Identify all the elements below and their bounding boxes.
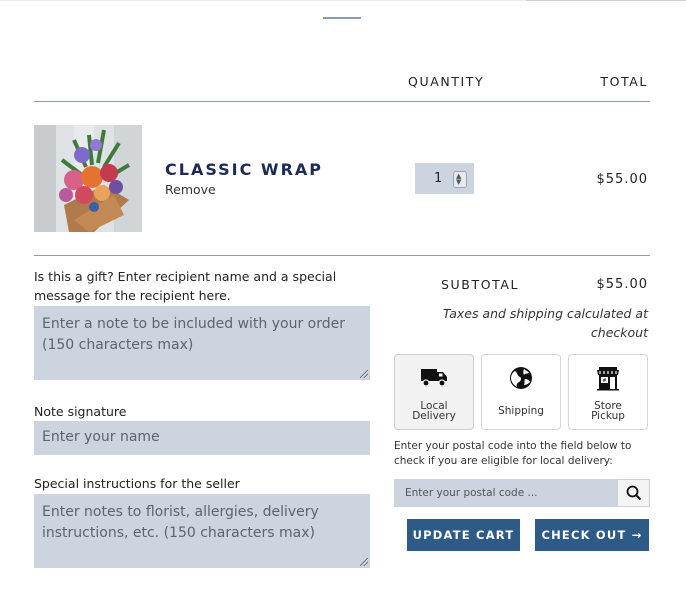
signature-placeholder: Enter your name [42,429,160,445]
postal-search-button[interactable] [617,479,650,507]
resize-handle-icon[interactable] [360,558,368,566]
item-divider [34,255,650,256]
gift-message-label: Is this a gift? Enter recipient name and… [34,269,337,303]
svg-text:#: # [602,378,606,384]
checkout-button[interactable]: CHECK OUT → [535,519,649,551]
option-label: Shipping [498,405,544,417]
instructions-label: Special instructions for the seller [34,476,240,491]
signature-label: Note signature [34,404,127,419]
quantity-stepper[interactable]: 1 ▲ ▼ [415,163,474,194]
search-icon [626,485,641,501]
quantity-column-header: QUANTITY [408,74,485,89]
subtotal-value: $55.00 [596,277,648,292]
option-shipping[interactable]: Shipping [481,354,561,430]
instructions-textarea[interactable]: Enter notes to florist, allergies, deliv… [34,494,370,568]
option-label: Delivery [412,410,456,422]
product-title[interactable]: CLASSIC WRAP [165,160,323,179]
globe-icon [482,365,560,391]
store-icon: # [569,365,647,391]
resize-handle-icon[interactable] [360,370,368,378]
gift-message-placeholder: Enter a note to be included with your or… [42,316,345,353]
option-local-delivery[interactable]: Local Delivery [394,354,474,430]
truck-icon [395,365,473,391]
postal-note: Enter your postal code into the field be… [394,440,632,467]
product-image[interactable] [34,125,142,232]
subtotal-label: SUBTOTAL [441,277,520,292]
tax-note: Taxes and shipping calculated at checkou… [442,306,648,340]
quantity-spinner[interactable]: ▲ ▼ [453,171,467,188]
option-label: Pickup [591,410,625,422]
option-store-pickup[interactable]: # Store Pickup [568,354,648,430]
header-divider [34,101,650,102]
instructions-placeholder: Enter notes to florist, allergies, deliv… [42,504,319,541]
top-border-accent [526,0,686,1]
total-column-header: TOTAL [600,74,648,89]
remove-link[interactable]: Remove [165,182,216,197]
quantity-value[interactable]: 1 [434,171,442,186]
gift-message-textarea[interactable]: Enter a note to be included with your or… [34,306,370,380]
chevron-down-icon[interactable]: ▼ [456,179,461,186]
update-cart-button[interactable]: UPDATE CART [407,519,520,551]
line-total: $55.00 [596,172,648,187]
postal-code-input[interactable]: Enter your postal code ... [394,479,617,507]
signature-field[interactable]: Enter your name [34,421,370,455]
header-indicator [323,17,361,19]
